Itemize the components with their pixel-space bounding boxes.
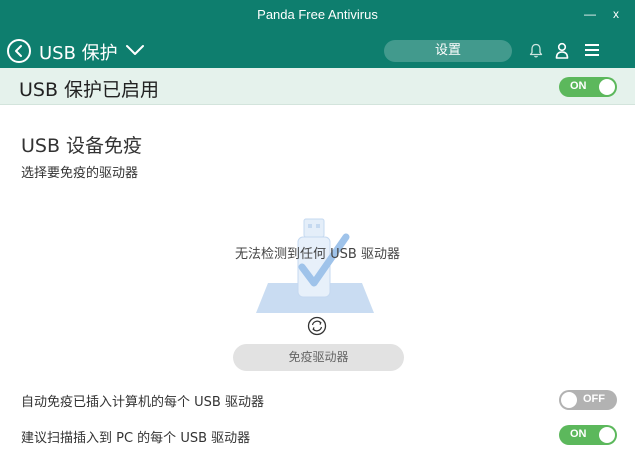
bell-icon[interactable] bbox=[529, 43, 543, 59]
toggle-label: ON bbox=[570, 428, 587, 440]
user-icon[interactable] bbox=[555, 42, 569, 59]
app-title: Panda Free Antivirus bbox=[257, 7, 378, 22]
scan-usb-label: 建议扫描插入到 PC 的每个 USB 驱动器 bbox=[21, 431, 251, 446]
toggle-knob bbox=[561, 392, 577, 408]
vaccinate-drive-button[interactable]: 免疫驱动器 bbox=[233, 344, 404, 371]
title-bar: Panda Free Antivirus — x bbox=[0, 0, 635, 30]
auto-vaccinate-toggle[interactable]: OFF bbox=[559, 390, 617, 410]
usb-protection-toggle[interactable]: ON bbox=[559, 77, 617, 97]
toggle-label: OFF bbox=[583, 393, 605, 405]
no-drive-message: 无法检测到任何 USB 驱动器 bbox=[235, 247, 400, 262]
toggle-knob bbox=[599, 79, 615, 95]
scan-usb-toggle[interactable]: ON bbox=[559, 425, 617, 445]
toggle-knob bbox=[599, 427, 615, 443]
chevron-down-icon[interactable] bbox=[125, 43, 145, 57]
settings-button[interactable]: 设置 bbox=[384, 40, 512, 62]
page-title[interactable]: USB 保护 bbox=[39, 39, 118, 65]
back-button[interactable] bbox=[7, 39, 31, 63]
section-title: USB 设备免疫 bbox=[21, 135, 143, 157]
section-subtitle: 选择要免疫的驱动器 bbox=[21, 166, 139, 181]
minimize-button[interactable]: — bbox=[580, 4, 600, 24]
hamburger-menu-icon[interactable] bbox=[584, 43, 600, 57]
status-bar: USB 保护已启用 ON bbox=[0, 68, 635, 105]
back-arrow-icon bbox=[15, 45, 22, 57]
usb-drive-icon bbox=[256, 218, 374, 313]
auto-vaccinate-label: 自动免疫已插入计算机的每个 USB 驱动器 bbox=[21, 395, 264, 410]
refresh-icon[interactable] bbox=[307, 316, 327, 336]
app-header: Panda Free Antivirus — x USB 保护 设置 bbox=[0, 0, 635, 68]
nav-bar: USB 保护 设置 bbox=[0, 33, 635, 68]
usb-protection-status: USB 保护已启用 bbox=[19, 79, 160, 101]
toggle-label: ON bbox=[570, 80, 587, 92]
close-button[interactable]: x bbox=[606, 4, 626, 24]
